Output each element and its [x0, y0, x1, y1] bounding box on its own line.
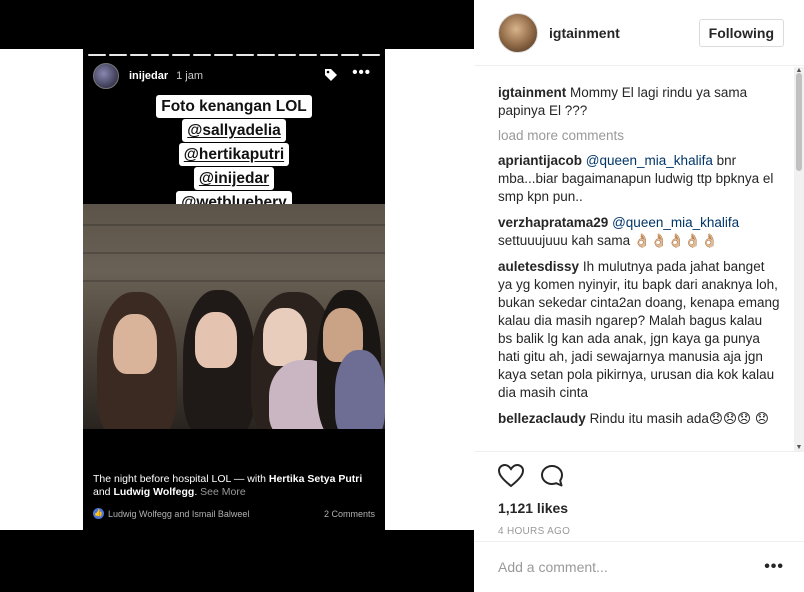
comment-item: auletesdissy Ih mulutnya pada jahat bang…	[498, 258, 780, 402]
media-pane: inijedar 1 jam ••• Foto kenangan LOL @sa…	[0, 0, 474, 592]
comment-text: Rindu itu masih ada😞😞😞 😞	[589, 411, 769, 426]
comment-mention[interactable]: @queen_mia_khalifa	[586, 153, 713, 168]
comment-text: settuuujuuu kah sama 👌🏼👌🏼👌🏼👌🏼👌🏼	[498, 233, 718, 248]
footer-prefix: The night before hospital LOL — with	[93, 473, 269, 485]
more-options-icon[interactable]: •••	[764, 558, 784, 576]
comment-bubble-icon[interactable]	[540, 464, 564, 488]
comment-username[interactable]: verzhapratama29	[498, 215, 608, 230]
story-caption: Foto kenangan LOL @sallyadelia @hertikap…	[83, 95, 385, 215]
avatar[interactable]	[498, 12, 538, 53]
group-photo	[83, 204, 385, 429]
comment-item: bellezaclaudy Rindu itu masih ada😞😞😞 😞	[498, 410, 780, 428]
add-comment-bar: •••	[474, 541, 804, 592]
comment-username[interactable]: bellezaclaudy	[498, 411, 586, 426]
story-caption-line: Foto kenangan LOL	[156, 95, 312, 118]
following-button[interactable]: Following	[698, 19, 784, 47]
post-side-panel: igtainment Following igtainment Mommy El…	[474, 0, 804, 592]
more-horizontal-icon: •••	[352, 64, 371, 81]
story-username: inijedar	[129, 70, 169, 82]
post-actions: 1,121 likes 4 HOURS AGO	[474, 451, 804, 541]
load-more-comments-link[interactable]: load more comments	[498, 128, 780, 143]
facebook-like-icon: 👍	[93, 508, 104, 519]
story-footer-caption: The night before hospital LOL — with Her…	[93, 473, 378, 499]
story-avatar	[93, 63, 119, 89]
story-likes-text: Ludwig Wolfegg and Ismail Balweel	[108, 508, 250, 519]
scroll-down-icon[interactable]: ▼	[795, 444, 803, 451]
story-screenshot[interactable]: inijedar 1 jam ••• Foto kenangan LOL @sa…	[83, 49, 385, 530]
tag-icon	[325, 69, 337, 81]
heart-icon[interactable]	[498, 464, 524, 488]
story-header: inijedar 1 jam •••	[93, 63, 375, 89]
likes-count[interactable]: 1,121 likes	[498, 500, 780, 516]
caption-username[interactable]: igtainment	[498, 85, 566, 100]
comment-item: verzhapratama29 @queen_mia_khalifa settu…	[498, 214, 780, 250]
story-caption-mention: @sallyadelia	[182, 119, 286, 142]
action-icon-row	[498, 462, 780, 490]
story-reactions: 👍 Ludwig Wolfegg and Ismail Balweel 2 Co…	[93, 508, 375, 519]
story-caption-mention: @hertikaputri	[178, 143, 290, 166]
story-time: 1 jam	[176, 70, 204, 82]
comment-mention[interactable]: @queen_mia_khalifa	[612, 215, 739, 230]
post-username[interactable]: igtainment	[549, 25, 620, 41]
story-progress-bar	[88, 54, 381, 56]
post-header: igtainment Following	[474, 0, 804, 66]
comment-input[interactable]	[498, 559, 765, 575]
comment-username[interactable]: auletesdissy	[498, 259, 579, 274]
comments-list[interactable]: igtainment Mommy El lagi rindu ya sama p…	[474, 67, 804, 451]
comment-username[interactable]: apriantijacob	[498, 153, 582, 168]
comments-scrollbar[interactable]: ▲ ▼	[794, 67, 804, 451]
footer-tag-hertika: Hertika Setya Putri	[268, 473, 363, 485]
story-comments-count: 2 Comments	[323, 508, 375, 519]
scroll-thumb[interactable]	[796, 73, 802, 171]
footer-and: and	[93, 486, 114, 498]
comment-item: apriantijacob @queen_mia_khalifa bnr mba…	[498, 152, 780, 206]
post-timestamp[interactable]: 4 HOURS AGO	[498, 526, 780, 537]
post-caption: igtainment Mommy El lagi rindu ya sama p…	[498, 84, 780, 120]
see-more-link: See More	[200, 486, 246, 498]
story-caption-mention: @inijedar	[193, 167, 275, 190]
footer-tag-ludwig: Ludwig Wolfegg	[113, 486, 195, 498]
comment-text: Ih mulutnya pada jahat banget ya yg kome…	[498, 259, 780, 400]
